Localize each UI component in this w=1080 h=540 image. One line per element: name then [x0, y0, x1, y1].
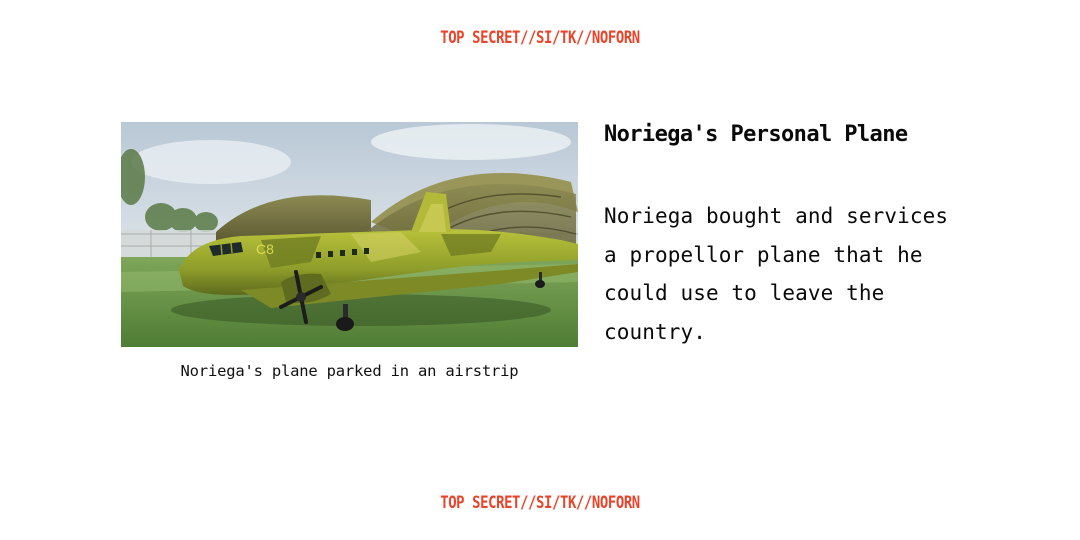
classification-banner-bottom: TOP SECRET//SI/TK//NOFORN: [440, 493, 640, 513]
classification-banner-top: TOP SECRET//SI/TK//NOFORN: [440, 28, 640, 48]
tail-marking: C8: [256, 241, 274, 257]
article-body: Noriega bought and services a propellor …: [604, 204, 949, 344]
article-title: Noriega's Personal Plane: [604, 122, 908, 147]
photo-caption: Noriega's plane parked in an airstrip: [180, 362, 519, 380]
plane-photo: C8: [121, 122, 578, 347]
